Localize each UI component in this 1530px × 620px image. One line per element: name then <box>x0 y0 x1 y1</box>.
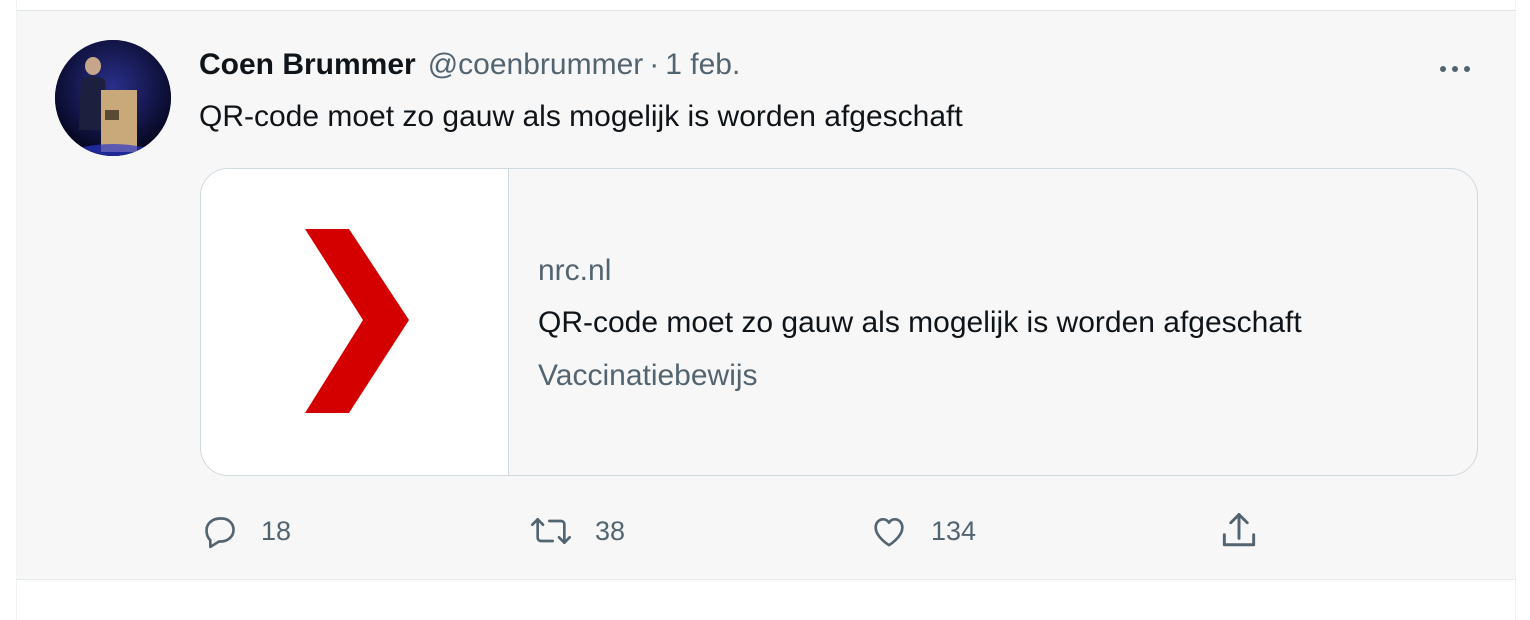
like-count: 134 <box>931 515 977 546</box>
reply-icon <box>205 517 235 549</box>
more-dot <box>1452 66 1458 72</box>
tweet-actions: 18 38 134 <box>199 509 1299 553</box>
card-title: QR-code moet zo gauw als mogelijk is wor… <box>538 306 1302 339</box>
nrc-logo-icon <box>305 229 409 413</box>
tweet-header: Coen Brummer @coenbrummer · 1 feb. <box>199 45 740 85</box>
card-domain: nrc.nl <box>538 254 612 287</box>
reply-count: 18 <box>261 515 292 546</box>
more-icon[interactable] <box>1435 57 1475 81</box>
retweet-count: 38 <box>595 515 626 546</box>
more-dot <box>1440 66 1446 72</box>
more-dot <box>1464 66 1470 72</box>
previous-tweet-edge <box>16 0 1516 11</box>
card-thumbnail <box>201 169 509 475</box>
card-description: Vaccinatiebewijs <box>538 359 758 392</box>
author-display-name[interactable]: Coen Brummer <box>199 45 416 85</box>
tweet-text: QR-code moet zo gauw als mogelijk is wor… <box>199 100 963 133</box>
retweet-button[interactable]: 38 <box>529 509 625 553</box>
avatar[interactable] <box>55 40 171 156</box>
separator-dot: · <box>649 48 660 81</box>
like-button[interactable]: 134 <box>869 509 976 553</box>
author-handle[interactable]: @coenbrummer <box>428 45 644 85</box>
link-card[interactable]: nrc.nl QR-code moet zo gauw als mogelijk… <box>200 168 1478 476</box>
card-body: nrc.nl QR-code moet zo gauw als mogelijk… <box>538 251 1458 396</box>
tweet-timestamp[interactable]: 1 feb. <box>665 45 740 85</box>
reply-button[interactable]: 18 <box>199 509 291 553</box>
next-tweet-edge <box>16 580 1516 620</box>
share-button[interactable] <box>1217 509 1261 553</box>
tweet-article[interactable]: Coen Brummer @coenbrummer · 1 feb. QR-co… <box>16 11 1516 580</box>
share-icon <box>1222 513 1256 547</box>
retweet-icon <box>531 518 572 544</box>
like-icon <box>874 518 904 547</box>
